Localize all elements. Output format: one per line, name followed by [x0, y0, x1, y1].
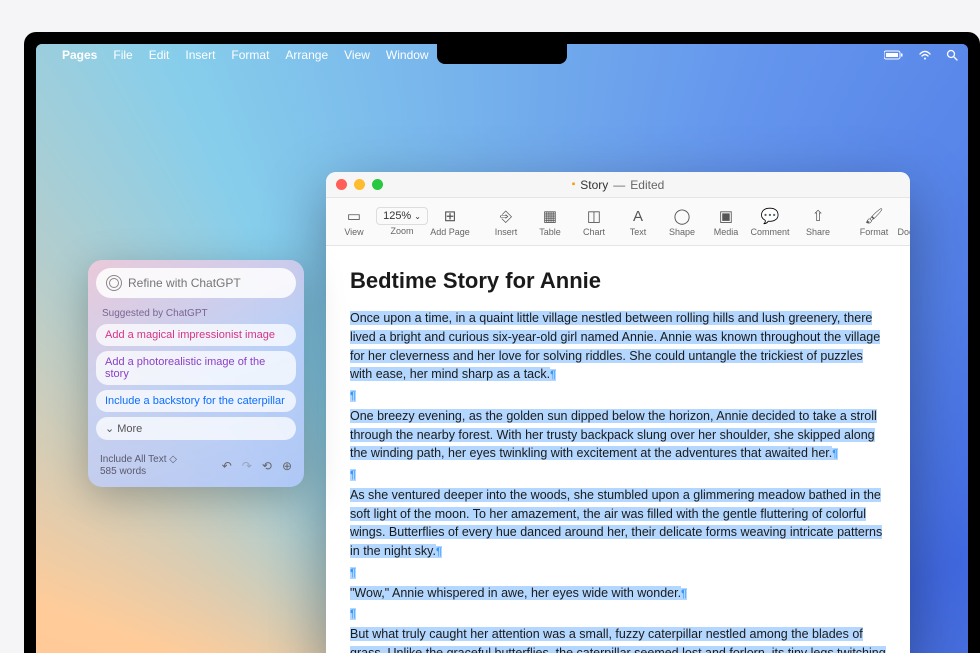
table-icon: ▦	[543, 206, 557, 226]
pilcrow: ¶	[550, 369, 556, 381]
text-icon: A	[633, 206, 643, 226]
pilcrow: ¶	[832, 448, 838, 460]
chart-icon: ◫	[587, 206, 601, 226]
chatgpt-input-wrap[interactable]	[96, 268, 296, 298]
format-icon: 🖌	[864, 206, 883, 226]
document-button[interactable]: 🗎 Document	[898, 202, 910, 242]
word-count: 585 words	[100, 466, 177, 477]
paragraph-4[interactable]: "Wow," Annie whispered in awe, her eyes …	[350, 586, 681, 600]
insert-button[interactable]: ⎆ Insert	[486, 202, 526, 242]
chevron-down-icon: ⌄	[105, 422, 114, 435]
suggestion-2[interactable]: Add a photorealistic image of the story	[96, 351, 296, 385]
table-button[interactable]: ▦ Table	[530, 202, 570, 242]
menu-view[interactable]: View	[344, 48, 370, 62]
pilcrow: ¶	[681, 588, 687, 600]
menu-insert[interactable]: Insert	[185, 48, 215, 62]
chatgpt-panel: Suggested by ChatGPT Add a magical impre…	[88, 260, 304, 487]
pilcrow: ¶	[350, 567, 356, 579]
insert-icon: ⎆	[500, 206, 512, 226]
shape-icon: ◯	[674, 206, 691, 226]
zoom-control[interactable]: 125%⌄ Zoom	[378, 207, 426, 236]
undo-icon[interactable]: ↶	[222, 459, 232, 473]
laptop-notch	[437, 44, 567, 64]
comment-button[interactable]: 💬 Comment	[750, 202, 790, 242]
document-area[interactable]: Bedtime Story for Annie Once upon a time…	[326, 246, 910, 653]
include-text-toggle[interactable]: Include All Text ◇	[100, 454, 177, 465]
add-page-icon: ⊞	[444, 206, 457, 226]
menu-window[interactable]: Window	[386, 48, 429, 62]
share-icon: ⇧	[812, 206, 825, 226]
paragraph-2[interactable]: One breezy evening, as the golden sun di…	[350, 409, 877, 461]
edited-label: Edited	[630, 178, 664, 192]
pilcrow: ¶	[350, 608, 356, 620]
minimize-button[interactable]	[354, 179, 365, 190]
chatgpt-input[interactable]	[128, 276, 286, 290]
app-menu[interactable]: Pages	[62, 48, 97, 62]
media-icon: ▣	[719, 206, 733, 226]
close-button[interactable]	[336, 179, 347, 190]
spotlight-icon[interactable]	[946, 49, 958, 61]
pilcrow: ¶	[436, 546, 442, 558]
chevron-down-icon: ⌄	[414, 212, 421, 221]
menu-arrange[interactable]: Arrange	[285, 48, 328, 62]
text-button[interactable]: A Text	[618, 202, 658, 242]
toolbar: ▭ View 125%⌄ Zoom ⊞ Add Page ⎆ Insert ▦	[326, 198, 910, 246]
redo-icon[interactable]: ↷	[242, 459, 252, 473]
paragraph-5[interactable]: But what truly caught her attention was …	[350, 627, 886, 653]
view-icon: ▭	[347, 206, 361, 226]
format-button[interactable]: 🖌 Format	[854, 202, 894, 242]
comment-icon: 💬	[761, 206, 780, 226]
chart-button[interactable]: ◫ Chart	[574, 202, 614, 242]
suggestion-3[interactable]: Include a backstory for the caterpillar	[96, 390, 296, 412]
document-icon: ▪	[572, 179, 576, 190]
share-button[interactable]: ⇧ Share	[798, 202, 838, 242]
more-suggestions[interactable]: ⌄ More	[96, 417, 296, 440]
menu-format[interactable]: Format	[231, 48, 269, 62]
menu-file[interactable]: File	[113, 48, 132, 62]
add-icon[interactable]: ⊕	[282, 459, 292, 473]
chatgpt-icon	[106, 275, 122, 291]
pilcrow: ¶	[350, 469, 356, 481]
paragraph-3[interactable]: As she ventured deeper into the woods, s…	[350, 488, 882, 558]
pages-window: ▪ Story — Edited ▭ View 125%⌄ Zoom ⊞ Add	[326, 172, 910, 653]
battery-icon[interactable]	[884, 50, 904, 60]
document-title[interactable]: Bedtime Story for Annie	[350, 264, 886, 297]
suggested-by-label: Suggested by ChatGPT	[96, 306, 296, 324]
titlebar[interactable]: ▪ Story — Edited	[326, 172, 910, 198]
wifi-icon[interactable]	[918, 50, 932, 60]
view-button[interactable]: ▭ View	[334, 202, 374, 242]
pilcrow: ¶	[350, 390, 356, 402]
media-button[interactable]: ▣ Media	[706, 202, 746, 242]
shape-button[interactable]: ◯ Shape	[662, 202, 702, 242]
add-page-button[interactable]: ⊞ Add Page	[430, 202, 470, 242]
document-name[interactable]: Story	[580, 178, 608, 192]
refresh-icon[interactable]: ⟲	[262, 459, 272, 473]
paragraph-1[interactable]: Once upon a time, in a quaint little vil…	[350, 311, 880, 381]
menu-edit[interactable]: Edit	[149, 48, 170, 62]
suggestion-1[interactable]: Add a magical impressionist image	[96, 324, 296, 346]
fullscreen-button[interactable]	[372, 179, 383, 190]
